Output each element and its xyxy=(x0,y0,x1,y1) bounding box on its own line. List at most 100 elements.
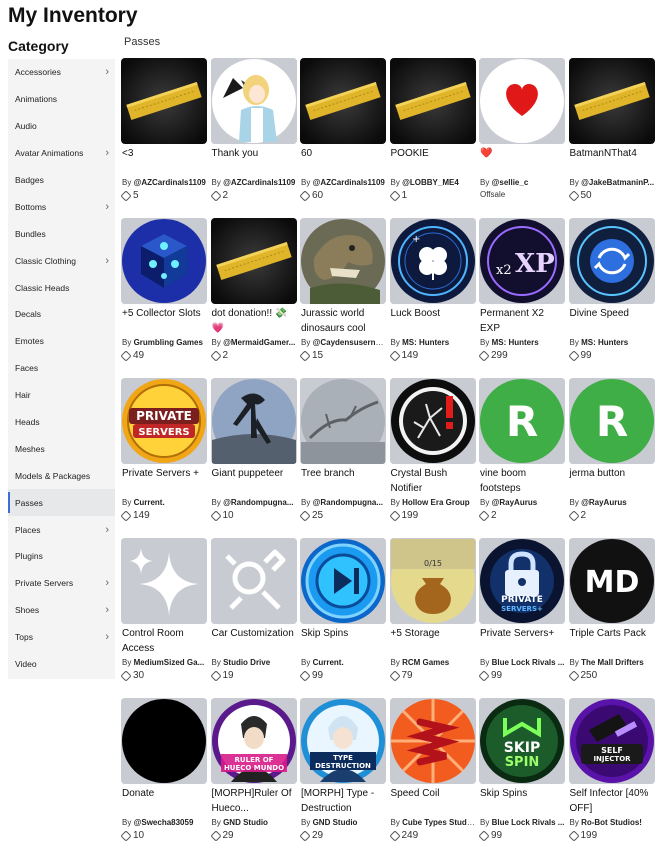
creator-name[interactable]: Grumbling Games xyxy=(134,338,203,347)
creator-name[interactable]: Current. xyxy=(313,658,344,667)
sidebar-item-avatar-animations[interactable]: Avatar Animations › xyxy=(8,140,115,167)
pass-card[interactable]: Control Room Access By MediumSized Ga... 3… xyxy=(120,538,207,688)
creator-name[interactable]: @Randompugna... xyxy=(313,498,383,507)
speed-coil-icon[interactable] xyxy=(389,698,476,784)
pass-card[interactable]: TYPE DESTRUCTION [MORPH] Type - Destruct… xyxy=(299,698,386,848)
pass-name[interactable]: Speed Coil xyxy=(390,787,476,816)
heart-icon[interactable] xyxy=(479,58,565,144)
pass-card[interactable]: SKIP SPIN Skip Spins By Blue Lock Rivals … xyxy=(478,698,565,848)
creator-name[interactable]: GND Studio xyxy=(313,818,358,827)
sidebar-item-heads[interactable]: Heads xyxy=(8,409,115,436)
creator-name[interactable]: @Randompugna... xyxy=(223,498,293,507)
storage-bag-icon[interactable]: 0/15 xyxy=(389,538,476,624)
pass-name[interactable]: <3 xyxy=(121,147,207,176)
pass-card[interactable]: + Luck Boost By MS: Hunters 149 xyxy=(388,218,476,368)
pass-card[interactable]: +5 Collector Slots By Grumbling Games 49 xyxy=(120,218,207,368)
divine-speed-icon[interactable] xyxy=(568,218,655,304)
creator-name[interactable]: Cube Types Studi... xyxy=(402,818,475,827)
sidebar-item-classic-clothing[interactable]: Classic Clothing › xyxy=(8,247,115,274)
sidebar-item-classic-heads[interactable]: Classic Heads xyxy=(8,274,115,301)
gold-ticket-icon[interactable] xyxy=(389,58,476,144)
pass-card[interactable]: PRIVATE SERVERS Private Servers + By Curr… xyxy=(120,378,207,528)
sidebar-item-places[interactable]: Places › xyxy=(8,516,115,543)
sidebar-item-meshes[interactable]: Meshes xyxy=(8,435,115,462)
creator-name[interactable]: MS: Hunters xyxy=(581,338,628,347)
lock-servers-icon[interactable]: PRIVATE SERVERS+ xyxy=(479,538,565,624)
sidebar-item-shoes[interactable]: Shoes › xyxy=(8,597,115,624)
pass-name[interactable]: BatmanNThat4 xyxy=(569,147,655,176)
pass-name[interactable]: Car Customization xyxy=(211,627,297,656)
pass-name[interactable]: Skip Spins xyxy=(479,787,565,816)
sidebar-item-animations[interactable]: Animations xyxy=(8,86,115,113)
pass-name[interactable]: Permanent X2 EXP xyxy=(479,307,565,336)
pass-name[interactable]: Triple Carts Pack xyxy=(569,627,655,656)
pass-card[interactable]: 60 By @AZCardinals1109 60 xyxy=(299,58,386,208)
skip-icon[interactable] xyxy=(300,538,386,624)
pass-name[interactable]: dot donation!! 💸💗 xyxy=(211,307,297,336)
pass-card[interactable]: Skip Spins By Current. 99 xyxy=(299,538,386,688)
pass-card[interactable]: x2 XP Permanent X2 EXP By MS: Hunters 299 xyxy=(478,218,565,368)
sidebar-item-decals[interactable]: Decals xyxy=(8,301,115,328)
pass-card[interactable]: ❤️ By @sellie_c Offsale xyxy=(479,58,565,208)
pass-card[interactable]: Tree branch By @Randompugna... 25 xyxy=(299,378,386,528)
private-servers-icon[interactable]: PRIVATE SERVERS xyxy=(121,378,207,464)
wrench-icon[interactable] xyxy=(210,538,297,624)
pass-name[interactable]: Jurassic world dinosaurs cool xyxy=(300,307,386,336)
creator-name[interactable]: Ro-Bot Studios! xyxy=(581,818,642,827)
creator-name[interactable]: @Caydensuserna... xyxy=(313,338,386,347)
sidebar-item-bottoms[interactable]: Bottoms › xyxy=(8,193,115,220)
pass-card[interactable]: Car Customization By Studio Drive 19 xyxy=(209,538,297,688)
puppeteer-icon[interactable] xyxy=(210,378,297,464)
creator-name[interactable]: Blue Lock Rivals ... xyxy=(492,658,565,667)
pass-card[interactable]: BatmanNThat4 By @JakeBatmaninP... 50 xyxy=(567,58,655,208)
creator-name[interactable]: @sellie_c xyxy=(492,178,529,187)
pass-card[interactable]: Donate By @Swecha83059 10 xyxy=(120,698,207,848)
pass-name[interactable]: +5 Storage xyxy=(390,627,476,656)
creator-name[interactable]: GND Studio xyxy=(223,818,268,827)
pass-card[interactable]: Thank you By @AZCardinals1109 2 xyxy=(209,58,297,208)
pass-name[interactable]: ❤️ xyxy=(479,147,565,176)
pass-name[interactable]: Giant puppeteer xyxy=(211,467,297,496)
creator-name[interactable]: Studio Drive xyxy=(223,658,270,667)
creator-name[interactable]: RCM Games xyxy=(402,658,449,667)
skip-spin-icon[interactable]: SKIP SPIN xyxy=(479,698,565,784)
creator-name[interactable]: The Mall Drifters xyxy=(581,658,644,667)
creator-name[interactable]: MS: Hunters xyxy=(402,338,449,347)
pass-name[interactable]: Crystal Bush Notifier xyxy=(390,467,476,496)
pass-card[interactable]: Giant puppeteer By @Randompugna... 10 xyxy=(209,378,297,528)
pass-card[interactable]: Jurassic world dinosaurs cool By @Caydens… xyxy=(299,218,386,368)
creator-name[interactable]: @MermaidGamer... xyxy=(223,338,295,347)
creator-name[interactable]: @LOBBY_ME4 xyxy=(402,178,459,187)
sidebar-item-plugins[interactable]: Plugins xyxy=(8,543,115,570)
pass-name[interactable]: Control Room Access xyxy=(121,627,207,656)
sidebar-item-badges[interactable]: Badges xyxy=(8,167,115,194)
creator-name[interactable]: Current. xyxy=(134,498,165,507)
sparkle-icon[interactable] xyxy=(121,538,207,624)
sidebar-item-hair[interactable]: Hair xyxy=(8,382,115,409)
pass-name[interactable]: Tree branch xyxy=(300,467,386,496)
creator-name[interactable]: @AZCardinals1109 xyxy=(223,178,295,187)
sidebar-item-tops[interactable]: Tops › xyxy=(8,624,115,651)
sidebar-item-bundles[interactable]: Bundles xyxy=(8,220,115,247)
pass-name[interactable]: Luck Boost xyxy=(390,307,476,336)
creator-name[interactable]: @AZCardinals1109 xyxy=(134,178,206,187)
sidebar-item-emotes[interactable]: Emotes xyxy=(8,328,115,355)
tree-branch-icon[interactable] xyxy=(300,378,386,464)
pass-name[interactable]: Self Infector [40% OFF] xyxy=(569,787,655,816)
gold-ticket-icon[interactable] xyxy=(300,58,386,144)
pass-card[interactable]: Speed Coil By Cube Types Studi... 249 xyxy=(388,698,476,848)
type-destruction-icon[interactable]: TYPE DESTRUCTION xyxy=(300,698,386,784)
dinosaur-icon[interactable] xyxy=(300,218,386,304)
pass-name[interactable]: Divine Speed xyxy=(569,307,655,336)
gold-ticket-icon[interactable] xyxy=(568,58,655,144)
gold-ticket-icon[interactable] xyxy=(121,58,207,144)
green-r-icon[interactable]: R xyxy=(568,378,655,464)
pass-card[interactable]: <3 By @AZCardinals1109 5 xyxy=(120,58,207,208)
pass-card[interactable]: PRIVATE SERVERS+ Private Servers+ By Blue… xyxy=(478,538,565,688)
creator-name[interactable]: @JakeBatmaninP... xyxy=(581,178,654,187)
pass-name[interactable]: [MORPH] Type - Destruction xyxy=(300,787,386,816)
sidebar-item-accessories[interactable]: Accessories › xyxy=(8,59,115,86)
pass-name[interactable]: POOKIE xyxy=(390,147,476,176)
clover-icon[interactable]: + xyxy=(389,218,476,304)
pass-name[interactable]: vine boom footsteps xyxy=(479,467,565,496)
